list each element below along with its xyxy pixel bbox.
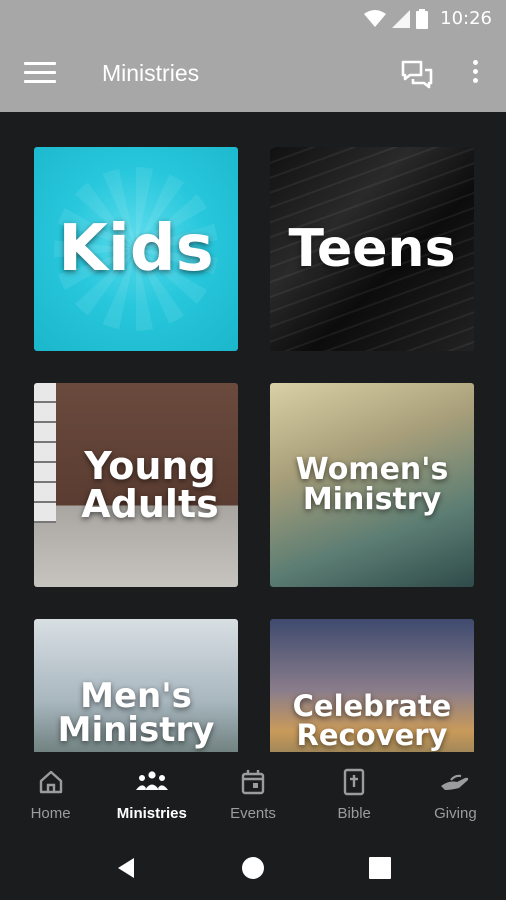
nav-item-giving[interactable]: Giving	[405, 752, 506, 836]
nav-label: Home	[30, 805, 71, 822]
page-title: Ministries	[102, 60, 200, 86]
status-bar: 10:26	[0, 0, 506, 38]
ministry-tile-celebrate-recovery[interactable]: Celebrate Recovery	[270, 619, 474, 752]
nav-item-events[interactable]: Events	[202, 752, 303, 836]
app-bar: Ministries	[0, 38, 506, 112]
ministry-tile-womens-ministry[interactable]: Women's Ministry	[270, 383, 474, 587]
nav-label: Bible	[337, 805, 371, 822]
ministry-tile-kids[interactable]: Kids	[34, 147, 238, 351]
system-nav-bar	[0, 836, 506, 900]
more-vert-icon[interactable]	[466, 60, 484, 92]
nav-item-ministries[interactable]: Ministries	[101, 752, 202, 836]
bible-icon	[344, 768, 365, 796]
recents-icon[interactable]	[368, 856, 392, 880]
ministry-tile-young-adults[interactable]: Young Adults	[34, 383, 238, 587]
nav-item-home[interactable]: Home	[0, 752, 101, 836]
ministry-label: Young Adults	[81, 444, 219, 526]
ministry-label: Women's Ministry	[295, 452, 449, 517]
ministry-label: Celebrate Recovery	[292, 689, 452, 752]
wifi-icon	[364, 10, 386, 27]
home-circle-icon[interactable]	[241, 856, 265, 880]
battery-icon	[416, 9, 428, 29]
bottom-nav: Home Ministries Events Bible Giving	[0, 752, 506, 836]
people-icon	[135, 771, 168, 790]
ministry-tile-teens[interactable]: Teens	[270, 147, 474, 351]
ministry-label: Teens	[288, 219, 456, 279]
nav-item-bible[interactable]: Bible	[304, 752, 405, 836]
ministry-tile-mens-ministry[interactable]: Men's Ministry	[34, 619, 238, 752]
nav-label: Giving	[434, 805, 477, 822]
status-time: 10:26	[440, 8, 492, 29]
ministry-label: Kids	[58, 212, 214, 286]
menu-icon[interactable]	[24, 62, 56, 88]
status-icons	[364, 9, 428, 29]
nav-label: Ministries	[116, 805, 187, 822]
back-icon[interactable]	[114, 856, 138, 880]
calendar-icon	[241, 770, 265, 795]
chat-icon[interactable]	[400, 58, 434, 92]
ministry-label: Men's Ministry	[57, 675, 215, 750]
signal-icon	[392, 10, 410, 28]
home-icon	[39, 770, 62, 794]
giving-hand-icon	[441, 774, 469, 790]
ministries-grid: Kids Teens Young Adults Women's Ministry…	[0, 112, 506, 752]
nav-label: Events	[230, 805, 276, 822]
